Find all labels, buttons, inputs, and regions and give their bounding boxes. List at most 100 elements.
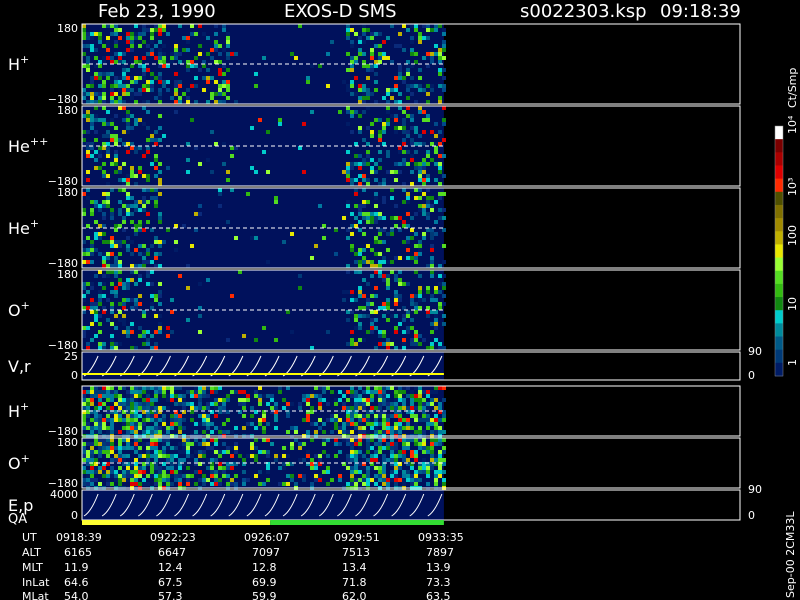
spectrogram-cell [114,76,118,80]
spectrogram-cell [426,446,430,450]
spectrogram-cell [358,322,362,326]
spectrogram-cell [202,430,206,434]
spectrogram-cell [114,224,118,228]
spectrogram-cell [198,386,202,390]
spectrogram-cell [126,478,130,482]
spectrogram-cell [410,318,414,322]
spectrogram-cell [182,60,186,64]
spectrogram-cell [406,330,410,334]
spectrogram-cell [126,282,130,286]
spectrogram-cell [422,402,426,406]
spectrogram-cell [150,80,154,84]
spectrogram-cell [238,402,242,406]
spectrogram-cell [126,122,130,126]
spectrogram-cell [142,208,146,212]
spectrogram-cell [102,224,106,228]
spectrogram-cell [354,260,358,264]
spectrogram-cell [226,44,230,48]
spectrogram-cell [122,64,126,68]
spectrogram-cell [354,224,358,228]
spectrogram-cell [322,236,326,240]
spectrogram-cell [86,44,90,48]
spectrogram-cell [114,244,118,248]
spectrogram-cell [386,386,390,390]
spectrogram-cell [86,398,90,402]
spectrogram-cell [102,44,106,48]
spectrogram-cell [282,482,286,486]
spectrogram-cell [146,342,150,346]
spectrogram-cell [438,274,442,278]
spectrogram-cell [370,478,374,482]
spectrogram-cell [354,402,358,406]
spectrogram-cell [350,414,354,418]
spectrogram-cell [158,474,162,478]
spectrogram-cell [418,196,422,200]
spectrogram-cell [434,470,438,474]
spectrogram-cell [374,88,378,92]
spectrogram-cell [390,478,394,482]
spectrogram-cell [402,386,406,390]
spectrogram-cell [94,200,98,204]
spectrogram-cell [134,394,138,398]
spectrogram-cell [146,252,150,256]
spectrogram-cell [370,158,374,162]
spectrogram-cell [294,482,298,486]
spectrogram-cell [238,270,242,274]
spectrogram-cell [346,390,350,394]
spectrogram-cell [350,466,354,470]
spectrogram-cell [154,252,158,256]
spectrogram-cell [90,458,94,462]
colorbar-swatch [775,165,783,180]
spectrogram-cell [94,450,98,454]
spectrogram-cell [442,458,446,462]
spectrogram-cell [118,482,122,486]
spectrogram-cell [414,442,418,446]
spectrogram-cell [358,446,362,450]
spectrogram-cell [426,418,430,422]
spectrogram-cell [142,260,146,264]
spectrogram-cell [438,192,442,196]
spectrogram-cell [130,126,134,130]
spectrogram-cell [86,478,90,482]
spectrogram-cell [122,106,126,110]
spectrogram-cell [374,252,378,256]
spectrogram-cell [110,208,114,212]
spectrogram-cell [178,398,182,402]
spectrogram-cell [242,458,246,462]
spectrogram-cell [82,394,86,398]
spectrogram-cell [346,406,350,410]
spectrogram-cell [414,24,418,28]
spectrogram-cell [394,44,398,48]
spectrogram-cell [442,40,446,44]
spectrogram-cell [362,174,366,178]
spectrogram-cell [354,298,358,302]
spectrogram-cell [198,470,202,474]
spectrogram-cell [418,402,422,406]
spectrogram-cell [150,244,154,248]
spectrogram-cell [150,454,154,458]
spectrogram-cell [134,402,138,406]
spectrogram-cell [394,442,398,446]
spectrogram-cell [266,470,270,474]
spectrogram-cell [110,240,114,244]
spectrogram-cell [218,84,222,88]
spectrogram-cell [110,264,114,268]
spectrogram-cell [322,422,326,426]
spectrogram-cell [338,430,342,434]
spectrogram-cell [98,422,102,426]
spectrogram-cell [206,414,210,418]
spectrogram-cell [186,478,190,482]
spectrogram-cell [390,170,394,174]
spectrogram-cell [386,92,390,96]
spectrogram-cell [278,482,282,486]
spectrogram-cell [326,470,330,474]
spectrogram-cell [418,442,422,446]
spectrogram-cell [222,162,226,166]
spectrogram-cell [146,402,150,406]
spectrogram-cell [430,322,434,326]
spectrogram-cell [206,466,210,470]
spectrogram-cell [226,398,230,402]
spectrogram-cell [86,458,90,462]
spectrogram-cell [422,450,426,454]
spectrogram-cell [106,24,110,28]
